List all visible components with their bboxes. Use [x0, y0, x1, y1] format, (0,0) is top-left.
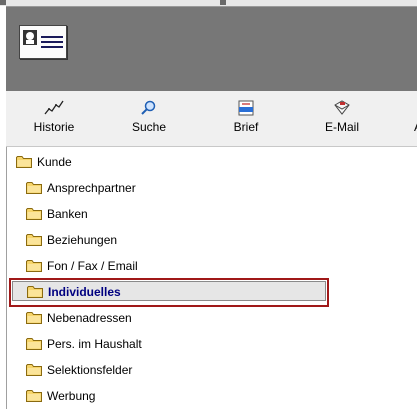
contact-card-icon: [19, 25, 67, 59]
window-edge-mark: [220, 0, 226, 5]
window-edge-mark: [0, 0, 6, 5]
tree-item-label: Fon / Fax / Email: [47, 259, 138, 273]
folder-icon: [26, 363, 42, 376]
email-button[interactable]: E-Mail: [312, 91, 372, 146]
search-button[interactable]: Suche: [123, 91, 175, 146]
folder-icon: [26, 337, 42, 350]
tree-item[interactable]: Selektionsfelder: [26, 359, 226, 381]
tree-item[interactable]: Banken: [26, 203, 226, 225]
letter-icon: [236, 99, 256, 117]
selection-highlight-frame: [9, 278, 329, 307]
folder-icon: [26, 181, 42, 194]
search-label: Suche: [131, 120, 167, 134]
folder-icon: [26, 259, 42, 272]
overflow-button[interactable]: A: [410, 91, 417, 146]
tree-root-item[interactable]: Kunde: [16, 151, 136, 173]
history-chart-icon: [44, 99, 64, 117]
tree-item[interactable]: Ansprechpartner: [26, 177, 226, 199]
folder-icon: [26, 207, 42, 220]
folder-icon: [16, 155, 32, 168]
tree-item[interactable]: Fon / Fax / Email: [26, 255, 226, 277]
record-header: [6, 6, 417, 92]
email-label: E-Mail: [324, 120, 359, 134]
search-magnifier-icon: [139, 99, 159, 117]
tree-item-label: Beziehungen: [47, 233, 118, 247]
tree-item[interactable]: Pers. im Haushalt: [26, 333, 226, 355]
letter-button[interactable]: Brief: [220, 91, 272, 146]
tree-item[interactable]: Nebenadressen: [26, 307, 226, 329]
email-icon: [332, 99, 352, 117]
history-label: Historie: [33, 120, 75, 134]
tree-item-label: Kunde: [37, 155, 72, 169]
folder-icon: [26, 233, 42, 246]
folder-icon: [26, 311, 42, 324]
tree-item-label: Nebenadressen: [47, 311, 132, 325]
tree-item-label: Pers. im Haushalt: [47, 337, 142, 351]
tree-item[interactable]: Beziehungen: [26, 229, 226, 251]
tree-item-label: Selektionsfelder: [47, 363, 133, 377]
toolbar: Historie Suche Brief E-Mail: [6, 91, 417, 147]
letter-label: Brief: [233, 120, 259, 134]
history-button[interactable]: Historie: [24, 91, 84, 146]
folder-icon: [26, 389, 42, 402]
tree-item-label: Werbung: [47, 389, 96, 403]
tree-item[interactable]: Werbung: [26, 385, 226, 407]
tree-item-label: Banken: [47, 207, 88, 221]
tree-item-label: Ansprechpartner: [47, 181, 136, 195]
